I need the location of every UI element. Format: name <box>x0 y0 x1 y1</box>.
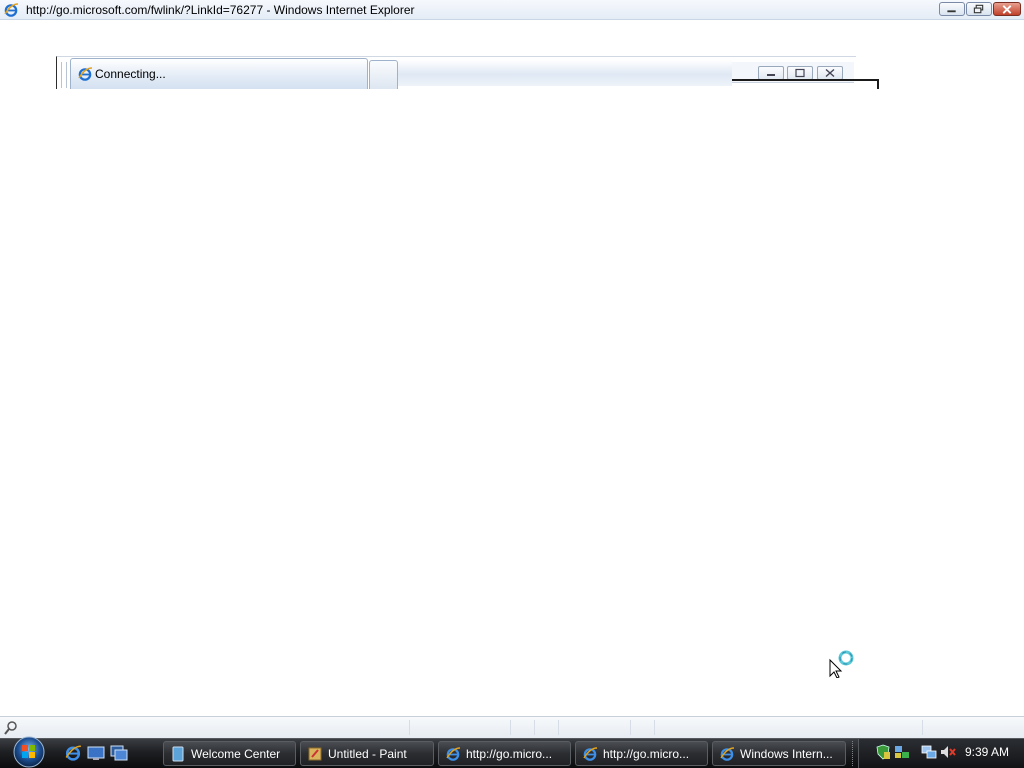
status-separator <box>922 720 923 735</box>
tab-connecting[interactable]: Connecting... <box>70 58 368 89</box>
ie-icon <box>4 3 19 17</box>
switch-windows-icon[interactable] <box>110 744 128 762</box>
restore-icon <box>795 68 805 78</box>
paint-icon <box>308 747 322 761</box>
close-button[interactable] <box>993 2 1021 16</box>
windows-orb-icon[interactable] <box>8 736 50 768</box>
clock[interactable]: 9:39 AM <box>965 745 1009 759</box>
ie-icon <box>583 747 598 761</box>
ie-icon[interactable] <box>64 744 82 762</box>
minimize-icon <box>767 74 775 76</box>
restore-icon <box>973 4 984 14</box>
status-separator <box>534 720 535 735</box>
status-separator <box>409 720 410 735</box>
task-button-welcome-center[interactable]: Welcome Center <box>163 741 296 766</box>
render-artifact-line <box>732 79 879 89</box>
search-icon <box>4 721 17 735</box>
minimize-icon <box>947 10 956 13</box>
security-shield-icon[interactable] <box>875 744 891 760</box>
task-label: Windows Intern... <box>740 747 833 761</box>
task-button-ie-2[interactable]: http://go.micro... <box>575 741 708 766</box>
task-button-paint[interactable]: Untitled - Paint <box>300 741 434 766</box>
show-desktop-icon[interactable] <box>87 744 105 762</box>
task-button-ie-1[interactable]: http://go.micro... <box>438 741 571 766</box>
inner-close-button[interactable] <box>817 66 843 80</box>
welcome-center-icon <box>172 746 184 762</box>
window-controls <box>939 2 1021 17</box>
task-label: http://go.micro... <box>603 747 690 761</box>
tab-strip-background <box>398 60 732 86</box>
window-title: http://go.microsoft.com/fwlink/?LinkId=7… <box>26 3 415 17</box>
status-separator <box>630 720 631 735</box>
system-tray: 9:39 AM <box>858 739 1024 768</box>
network-adapter-icon[interactable] <box>894 744 910 760</box>
busy-cursor-icon <box>829 650 854 678</box>
new-tab-button[interactable] <box>369 60 398 89</box>
status-separator <box>558 720 559 735</box>
task-label: Untitled - Paint <box>328 747 407 761</box>
task-button-ie-3[interactable]: Windows Intern... <box>712 741 846 766</box>
task-label: http://go.micro... <box>466 747 553 761</box>
task-label: Welcome Center <box>191 747 281 761</box>
window-titlebar[interactable]: http://go.microsoft.com/fwlink/?LinkId=7… <box>0 0 1024 20</box>
close-icon <box>1002 5 1012 14</box>
close-icon <box>825 68 835 78</box>
tab-label: Connecting... <box>95 67 166 81</box>
ie-icon <box>446 747 461 761</box>
status-separator <box>510 720 511 735</box>
minimize-button[interactable] <box>939 2 965 16</box>
ie-icon <box>720 747 735 761</box>
restore-button[interactable] <box>966 2 992 16</box>
ie-icon <box>78 67 93 81</box>
status-bar <box>0 716 1024 738</box>
network-icon[interactable] <box>921 744 937 760</box>
quick-tabs-button[interactable] <box>61 62 67 88</box>
taskbar-grip <box>852 741 856 766</box>
volume-muted-icon[interactable] <box>940 744 956 760</box>
status-separator <box>654 720 655 735</box>
inner-restore-button[interactable] <box>787 66 813 80</box>
inner-minimize-button[interactable] <box>758 66 784 80</box>
